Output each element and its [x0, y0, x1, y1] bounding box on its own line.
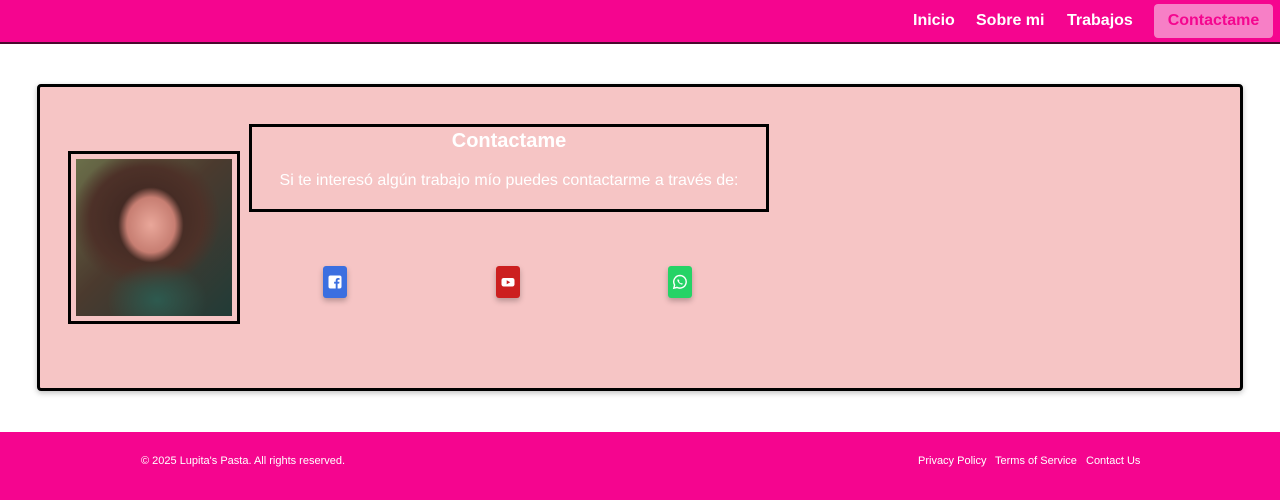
nav-link-trabajos[interactable]: Trabajos [1067, 12, 1133, 30]
contact-text-box: Contactame Si te interesó algún trabajo … [249, 124, 769, 212]
facebook-button[interactable] [323, 266, 347, 298]
nav-link-contactame-active[interactable]: Contactame [1154, 4, 1273, 38]
contact-card: Contactame Si te interesó algún trabajo … [37, 84, 1243, 391]
nav-link-sobre-mi[interactable]: Sobre mi [976, 12, 1044, 30]
footer-copyright: © 2025 Lupita's Pasta. All rights reserv… [141, 455, 346, 467]
nav-link-inicio[interactable]: Inicio [913, 12, 955, 30]
facebook-icon [328, 275, 342, 289]
youtube-icon [501, 278, 515, 287]
top-navbar: Inicio Sobre mi Trabajos Contactame [0, 0, 1280, 44]
whatsapp-button[interactable] [668, 266, 692, 298]
youtube-button[interactable] [496, 266, 520, 298]
contact-description: Si te interesó algún trabajo mío puedes … [279, 172, 739, 189]
footer-link-contact-us[interactable]: Contact Us [1086, 455, 1140, 467]
footer-link-terms-of-service[interactable]: Terms of Service [995, 455, 1077, 467]
contact-title: Contactame [451, 130, 567, 152]
whatsapp-icon [672, 274, 687, 290]
profile-photo-frame [68, 151, 240, 324]
footer: © 2025 Lupita's Pasta. All rights reserv… [0, 432, 1280, 500]
profile-photo [76, 159, 232, 316]
footer-link-privacy-policy[interactable]: Privacy Policy [918, 455, 986, 467]
